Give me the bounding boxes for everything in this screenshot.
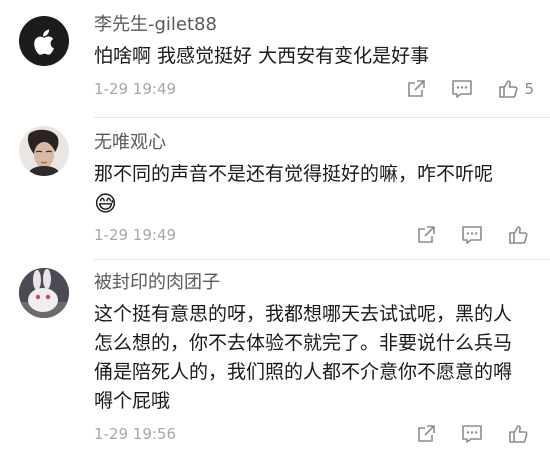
like-icon[interactable]	[506, 223, 530, 247]
avatar[interactable]	[19, 126, 69, 176]
reply-icon[interactable]	[460, 422, 484, 446]
comment-actions: 5	[382, 77, 534, 101]
like-count: 5	[524, 80, 534, 98]
reply-icon[interactable]	[450, 77, 474, 101]
username[interactable]: 无唯观心	[94, 128, 166, 154]
avatar[interactable]	[19, 16, 69, 66]
portrait-avatar	[19, 126, 69, 176]
share-icon[interactable]	[414, 422, 438, 446]
share-icon[interactable]	[414, 223, 438, 247]
apple-logo-icon	[34, 29, 54, 55]
timestamp: 1-29 19:49	[94, 226, 177, 244]
share-icon[interactable]	[404, 77, 428, 101]
timestamp: 1-29 19:56	[94, 425, 177, 443]
comment-text: 怕啥啊 我感觉挺好 大西安有变化是好事	[94, 45, 430, 67]
like-icon[interactable]	[506, 422, 530, 446]
username[interactable]: 被封印的肉团子	[94, 268, 220, 294]
comment-text: 那不同的声音不是还有觉得挺好的嘛，咋不听呢	[94, 163, 494, 185]
reply-icon[interactable]	[460, 223, 484, 247]
comment-item: 无唯观心 那不同的声音不是还有觉得挺好的嘛，咋不听呢 😅 1-29 19:49	[0, 118, 550, 260]
comment-actions	[392, 422, 534, 446]
comment-item: 李先生-gilet88 怕啥啊 我感觉挺好 大西安有变化是好事 1-29 19:…	[0, 0, 550, 118]
comment-text: 这个挺有意思的呀，我都想哪天去试试呢，黑的人怎么想的，你不去体验不就完了。非要说…	[94, 303, 513, 412]
username[interactable]: 李先生-gilet88	[94, 10, 217, 36]
comment-actions	[392, 223, 534, 247]
emoji: 😅	[94, 192, 117, 217]
like-icon[interactable]	[496, 77, 520, 101]
timestamp: 1-29 19:49	[94, 80, 177, 98]
rabbit-avatar	[19, 268, 69, 318]
comment-item: 被封印的肉团子 这个挺有意思的呀，我都想哪天去试试呢，黑的人怎么想的，你不去体验…	[0, 260, 550, 454]
avatar[interactable]	[19, 268, 69, 318]
